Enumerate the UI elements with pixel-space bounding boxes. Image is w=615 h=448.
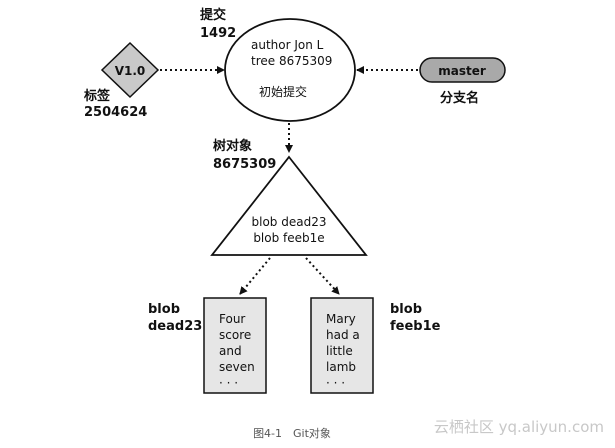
tree-label: 树对象 [213, 138, 252, 154]
tag-name: V1.0 [115, 64, 146, 78]
tree-to-blob1-arrow [239, 257, 271, 295]
blob-node-feeb1e: Mary had a little lamb · · · [310, 297, 374, 394]
tree-entry-2: blob feeb1e [253, 231, 324, 245]
blob-line: Mary [326, 312, 356, 326]
tree-entry-1: blob dead23 [252, 215, 327, 229]
blob-line: seven [219, 360, 255, 374]
blob-line: had a [326, 328, 360, 342]
blob-line: lamb [326, 360, 356, 374]
blob-title: blob [148, 302, 180, 317]
figure-caption: 图4-1 Git对象 [253, 426, 331, 440]
blob-line: Four [219, 312, 245, 326]
tag-node: V1.0 [100, 41, 160, 99]
blob-id: feeb1e [390, 319, 441, 334]
tree-to-blob2-arrow [305, 257, 340, 295]
blob-line: score [219, 328, 251, 342]
blob-title: blob [390, 302, 422, 317]
commit-ellipse [224, 18, 356, 122]
branch-node: master [419, 57, 506, 83]
tag-label: 标签 [83, 88, 111, 104]
blob-node-dead23: Four score and seven · · · [203, 297, 267, 394]
commit-tree-line: tree 8675309 [251, 54, 332, 68]
commit-label: 提交 [200, 7, 226, 23]
commit-description: 初始提交 [259, 84, 307, 99]
git-object-diagram: author Jon L tree 8675309 初始提交 提交 1492 V… [83, 7, 604, 440]
blob-line: and [219, 344, 242, 358]
commit-author-line: author Jon L [251, 38, 324, 52]
branch-label: 分支名 [440, 90, 479, 106]
blob-line: · · · [219, 376, 238, 390]
blob-line: little [326, 344, 353, 358]
tree-id: 8675309 [213, 157, 276, 172]
branch-name: master [438, 64, 486, 78]
commit-id: 1492 [200, 26, 236, 41]
blob-id: dead23 [148, 319, 202, 334]
commit-node: author Jon L tree 8675309 初始提交 [224, 18, 356, 122]
blob-line: · · · [326, 376, 345, 390]
watermark: 云栖社区 yq.aliyun.com [434, 418, 604, 436]
tag-id: 2504624 [84, 105, 147, 120]
